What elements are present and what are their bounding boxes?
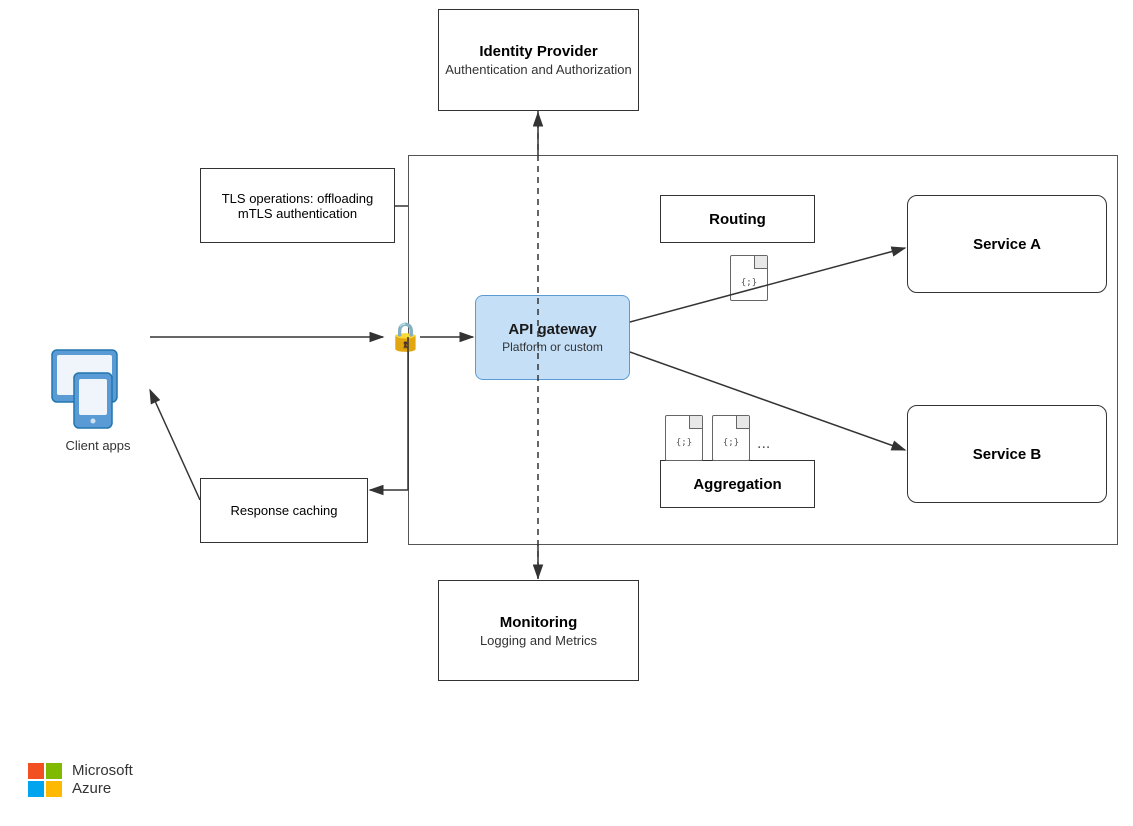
- api-gateway-title: API gateway: [508, 321, 596, 338]
- ms-azure-text: Microsoft Azure: [72, 762, 133, 798]
- aggregation-box: Aggregation: [660, 460, 815, 508]
- identity-provider-box: Identity Provider Authentication and Aut…: [438, 9, 639, 111]
- routing-json-icon: {;}: [730, 255, 768, 301]
- client-label: Client apps: [48, 438, 148, 453]
- monitoring-title: Monitoring: [500, 614, 577, 631]
- routing-box: Routing: [660, 195, 815, 243]
- arrow-response-to-client: [150, 390, 200, 500]
- api-gateway-subtitle: Platform or custom: [502, 340, 603, 354]
- api-gateway-box: API gateway Platform or custom: [475, 295, 630, 380]
- tls-text: TLS operations: offloading mTLS authenti…: [207, 191, 388, 221]
- identity-subtitle: Authentication and Authorization: [445, 62, 631, 77]
- monitoring-box: Monitoring Logging and Metrics: [438, 580, 639, 681]
- client-devices-icon: [32, 345, 142, 430]
- aggregation-dots: ...: [757, 435, 770, 453]
- ms-square-green: [46, 763, 62, 779]
- identity-title: Identity Provider: [479, 43, 597, 60]
- service-b-box: Service B: [907, 405, 1107, 503]
- ms-squares-icon: [28, 763, 62, 797]
- monitoring-subtitle: Logging and Metrics: [480, 633, 597, 648]
- routing-label: Routing: [709, 211, 766, 228]
- ms-square-blue: [28, 781, 44, 797]
- service-a-box: Service A: [907, 195, 1107, 293]
- service-a-label: Service A: [973, 236, 1041, 253]
- service-b-label: Service B: [973, 446, 1041, 463]
- aggregation-json-icon-2: {;}: [712, 415, 750, 461]
- client-text: Client apps: [65, 438, 130, 453]
- ms-square-yellow: [46, 781, 62, 797]
- aggregation-json-icon-1: {;}: [665, 415, 703, 461]
- tls-label: TLS operations: offloading mTLS authenti…: [200, 168, 395, 243]
- ms-square-red: [28, 763, 44, 779]
- response-caching-box: Response caching: [200, 478, 368, 543]
- aggregation-label: Aggregation: [693, 476, 781, 493]
- diagram: Identity Provider Authentication and Aut…: [0, 0, 1133, 826]
- lock-icon: 🔒: [388, 320, 423, 353]
- ms-azure-logo: Microsoft Azure: [28, 762, 133, 798]
- response-text: Response caching: [231, 503, 338, 518]
